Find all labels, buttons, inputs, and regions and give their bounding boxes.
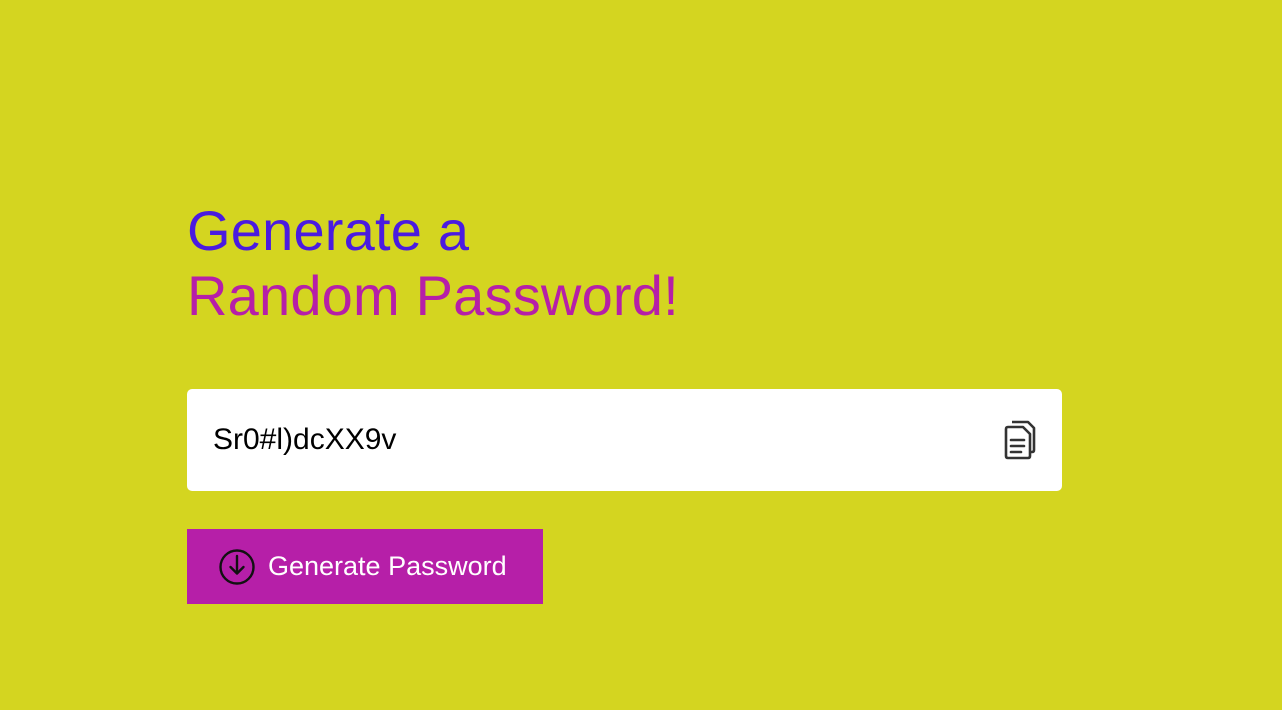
generate-button-label: Generate Password (268, 551, 507, 581)
password-display (187, 389, 1062, 491)
generate-password-button[interactable]: Generate Password (187, 529, 543, 604)
download-circle-icon (219, 549, 255, 585)
password-field[interactable] (213, 423, 973, 457)
page-title: Generate a Random Password! (187, 198, 1062, 328)
copy-document-icon (1004, 420, 1036, 460)
password-generator: Generate a Random Password! Generate Pas… (187, 198, 1062, 604)
title-line-2: Random Password! (187, 264, 679, 327)
title-line-1: Generate a (187, 199, 470, 262)
copy-button[interactable] (1001, 418, 1037, 460)
